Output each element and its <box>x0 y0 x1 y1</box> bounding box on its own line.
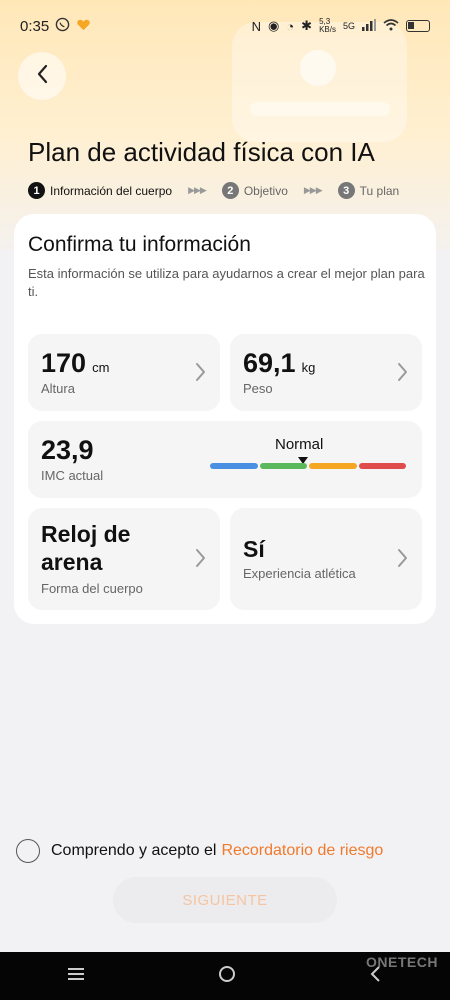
bluetooth-icon: ✱ <box>301 18 313 33</box>
bmi-scale-normal <box>259 463 307 469</box>
network-type: 5G <box>342 21 355 31</box>
height-value: 170 <box>41 348 87 378</box>
chevron-right-icon <box>196 549 205 567</box>
heart-icon <box>76 17 91 36</box>
body-shape-value: Reloj de arena <box>41 521 131 575</box>
signal-icon <box>362 18 376 34</box>
decorative-bar <box>250 102 390 116</box>
chevron-left-icon <box>35 63 49 90</box>
step-plan: 3 Tu plan <box>337 182 400 199</box>
chevron-right-icon <box>398 549 407 567</box>
net-unit: KB/s <box>319 25 336 34</box>
consent-radio[interactable] <box>16 839 40 863</box>
weight-value: 69,1 <box>243 348 296 378</box>
bmi-value: 23,9 <box>41 435 94 465</box>
menu-icon[interactable] <box>66 966 86 987</box>
page-title: Plan de actividad física con IA <box>28 137 375 167</box>
height-value-row: 170 cm <box>41 348 109 379</box>
body-shape-tile[interactable]: Reloj de arena Forma del cuerpo <box>28 508 220 610</box>
athletic-experience-label: Experiencia atlética <box>243 566 356 581</box>
weight-value-row: 69,1 kg <box>243 348 315 379</box>
card-title: Confirma tu información <box>28 233 251 256</box>
chevron-right-icon <box>196 363 205 381</box>
nfc-icon: N <box>251 18 261 34</box>
step-number: 2 <box>221 182 239 199</box>
weight-unit: kg <box>301 360 316 375</box>
height-unit: cm <box>92 360 110 375</box>
step-label: Información del cuerpo <box>50 183 173 198</box>
info-card: Confirma tu información Esta información… <box>14 214 436 624</box>
athletic-experience-tile[interactable]: Sí Experiencia atlética <box>230 508 422 610</box>
bmi-status: Normal <box>275 436 324 453</box>
battery-icon <box>406 20 430 32</box>
avatar-placeholder <box>300 50 336 86</box>
weight-label: Peso <box>243 381 273 396</box>
bmi-label: IMC actual <box>41 468 104 483</box>
clock: 0:35 <box>20 17 50 35</box>
bmi-scale <box>210 463 406 469</box>
home-icon[interactable] <box>217 964 237 989</box>
consent-text: Comprendo y acepto el <box>51 842 217 859</box>
bmi-scale-obese <box>358 463 406 469</box>
speedometer-icon: ◔ <box>286 18 295 34</box>
bmi-tile: 23,9 IMC actual Normal <box>28 421 422 498</box>
chevron-right-icon <box>398 363 407 381</box>
consent-row: Comprendo y acepto el Recordatorio de ri… <box>16 839 383 863</box>
bmi-scale-underweight <box>210 463 258 469</box>
alarm-icon: ◉ <box>267 18 280 33</box>
step-number: 1 <box>28 182 45 199</box>
back-button[interactable] <box>18 52 66 100</box>
whatsapp-icon <box>55 17 70 36</box>
progress-steps: 1 Información del cuerpo ▶▶▶ 2 Objetivo … <box>28 182 428 199</box>
height-label: Altura <box>41 381 75 396</box>
athletic-experience-value: Sí <box>243 536 265 562</box>
body-shape-label: Forma del cuerpo <box>41 581 143 596</box>
weight-tile[interactable]: 69,1 kg Peso <box>230 334 422 411</box>
wifi-icon <box>383 18 399 34</box>
risk-reminder-link[interactable]: Recordatorio de riesgo <box>221 842 383 860</box>
step-label: Tu plan <box>359 183 400 198</box>
status-bar: 0:35 N ◉ ◔ ✱ 5,3 KB/s 5G <box>0 0 450 52</box>
step-arrows-icon: ▶▶▶ <box>303 185 323 195</box>
watermark-logo: ONETECH <box>366 954 438 970</box>
step-number: 3 <box>337 182 355 199</box>
card-description: Esta información se utiliza para ayudarn… <box>28 266 425 299</box>
step-arrows-icon: ▶▶▶ <box>188 185 207 195</box>
step-body-info: 1 Información del cuerpo <box>28 182 172 199</box>
next-button[interactable]: SIGUIENTE <box>113 877 337 923</box>
bmi-scale-overweight <box>309 463 357 469</box>
step-goal: 2 Objetivo <box>221 182 288 199</box>
height-tile[interactable]: 170 cm Altura <box>28 334 220 411</box>
step-label: Objetivo <box>243 183 288 198</box>
